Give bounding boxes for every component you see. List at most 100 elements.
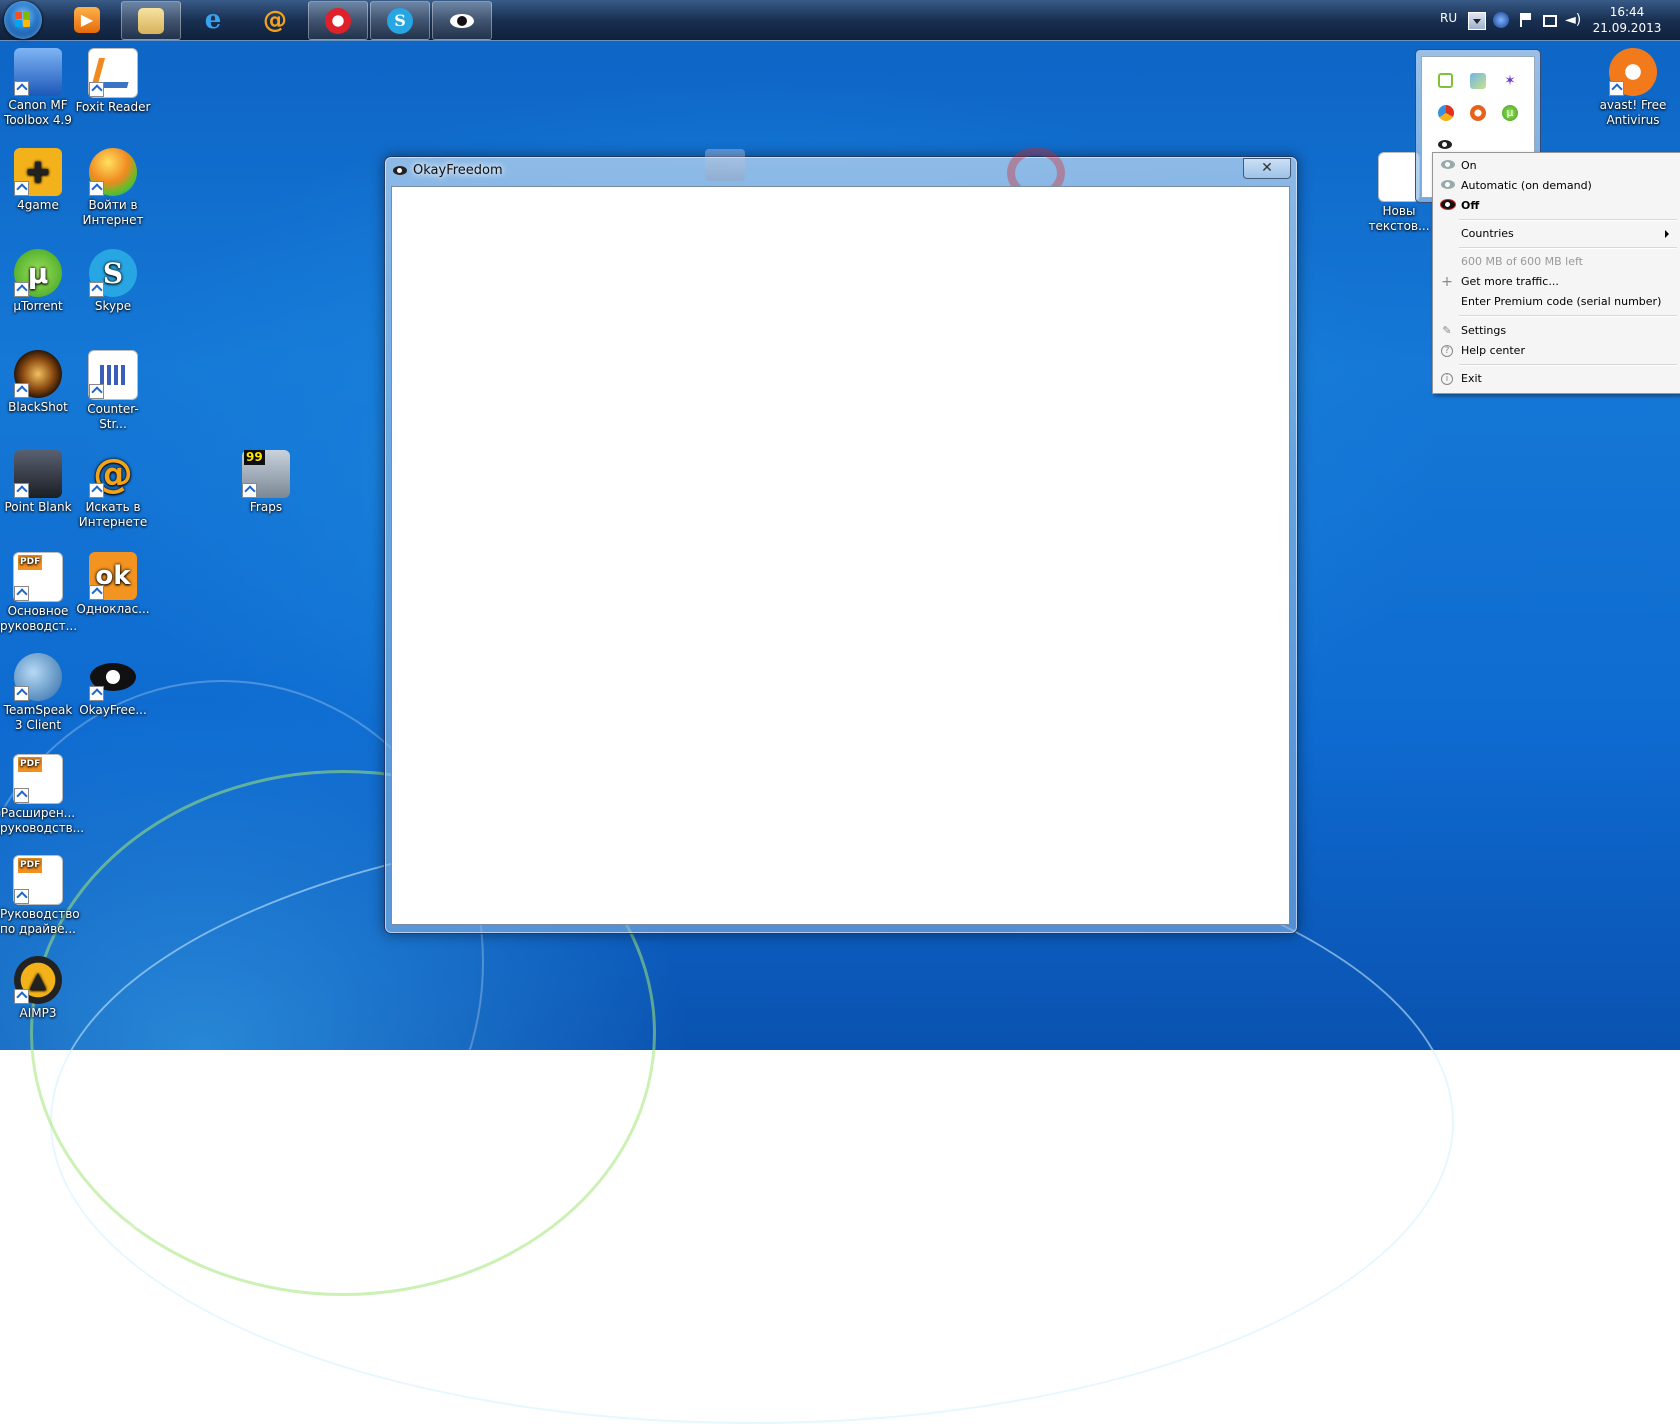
clock[interactable]: 16:44 21.09.2013 bbox=[1578, 4, 1676, 36]
tray-app-icon[interactable] bbox=[1438, 105, 1454, 121]
blackshot-icon bbox=[14, 350, 62, 398]
avast-icon bbox=[1609, 48, 1657, 96]
okayfreedom-eye-icon bbox=[89, 653, 137, 701]
config-grid-shape bbox=[100, 365, 126, 385]
eye-pupil bbox=[457, 15, 467, 26]
language-indicator[interactable]: RU bbox=[1440, 11, 1457, 25]
tray-app-icon[interactable] bbox=[1470, 73, 1486, 89]
desktop-icon-label: OkayFree... bbox=[79, 703, 147, 717]
odnoklassniki-icon: ok bbox=[89, 552, 137, 600]
exit-icon: i bbox=[1441, 373, 1453, 385]
recycle-bin-ghost-icon bbox=[705, 149, 745, 181]
4game-icon: ✚ bbox=[14, 148, 62, 196]
desktop-icon-internet-login[interactable]: Войти в Интернет bbox=[75, 148, 151, 228]
menu-item-countries[interactable]: Countries bbox=[1435, 224, 1677, 244]
menu-item-automatic[interactable]: Automatic (on demand) bbox=[1435, 176, 1677, 196]
aimp3-icon: ▲ bbox=[14, 956, 62, 1004]
desktop-icon-skype[interactable]: S Skype bbox=[75, 249, 151, 314]
desktop-icon-pdf-2[interactable]: PDF Расширен... руководств... bbox=[0, 754, 85, 836]
desktop-icon-pdf-3[interactable]: PDF Руководство по драйве... bbox=[0, 855, 80, 937]
menu-item-help-center[interactable]: ? Help center bbox=[1435, 341, 1677, 361]
desktop-icon-okayfreedom[interactable]: OkayFree... bbox=[75, 653, 151, 718]
start-button[interactable] bbox=[4, 1, 42, 39]
menu-separator bbox=[1459, 247, 1677, 249]
desktop-icon-fraps[interactable]: 99 Fraps bbox=[228, 450, 304, 515]
okayfreedom-window[interactable]: OkayFreedom ✕ bbox=[384, 147, 1298, 934]
chevron-down-icon bbox=[1473, 19, 1481, 24]
desktop-icon-search-internet[interactable]: @ Искать в Интернете bbox=[75, 450, 151, 530]
okayfreedom-tray-icon[interactable] bbox=[1438, 137, 1454, 153]
menu-item-label: Get more traffic... bbox=[1461, 275, 1559, 288]
submenu-arrow-icon bbox=[1665, 230, 1669, 238]
desktop-icon-aimp3[interactable]: ▲ AIMP3 bbox=[0, 956, 76, 1021]
menu-item-label: Enter Premium code (serial number) bbox=[1461, 295, 1662, 308]
taskbar-okayfreedom[interactable] bbox=[432, 1, 492, 40]
window-title: OkayFreedom bbox=[413, 163, 503, 178]
desktop-icon-odnoklassniki[interactable]: ok Одноклас... bbox=[75, 552, 151, 617]
shortcut-arrow-icon bbox=[14, 81, 29, 96]
taskbar-skype[interactable]: S bbox=[370, 1, 430, 40]
window-content bbox=[391, 186, 1290, 925]
desktop-icon-pointblank[interactable]: Point Blank bbox=[0, 450, 76, 515]
menu-item-exit[interactable]: i Exit bbox=[1435, 369, 1677, 389]
desktop-icon-foxit[interactable]: Foxit Reader bbox=[75, 48, 151, 115]
network-icon[interactable] bbox=[1541, 12, 1557, 28]
desktop-icon-label: BlackShot bbox=[8, 400, 68, 414]
taskbar: ▶ e @ S RU ◄) 16:44 21.09.2013 bbox=[0, 0, 1680, 41]
tray-app-icon[interactable] bbox=[1470, 105, 1486, 121]
desktop-icon-pdf-1[interactable]: PDF Основное руководст... bbox=[0, 552, 78, 634]
eye-pupil bbox=[106, 670, 120, 684]
fraps-badge: 99 bbox=[244, 450, 265, 465]
menu-separator bbox=[1459, 219, 1677, 221]
desktop-icon-canon[interactable]: Canon MF Toolbox 4.9 bbox=[0, 48, 76, 128]
desktop-icon-label: Расширен... руководств... bbox=[0, 806, 85, 835]
pdf-document-icon: PDF bbox=[13, 855, 63, 905]
action-center-flag-icon[interactable] bbox=[1517, 12, 1533, 28]
shortcut-arrow-icon bbox=[14, 889, 29, 904]
shortcut-arrow-icon bbox=[89, 282, 104, 297]
show-hidden-icons-button[interactable] bbox=[1468, 12, 1486, 30]
desktop-icon-teamspeak[interactable]: TeamSpeak 3 Client bbox=[0, 653, 76, 733]
menu-item-get-more-traffic[interactable]: + Get more traffic... bbox=[1435, 272, 1677, 292]
desktop-icon-label: AIMP3 bbox=[19, 1006, 57, 1020]
eye-shape bbox=[393, 166, 407, 175]
menu-item-label: Countries bbox=[1461, 227, 1514, 240]
taskbar-explorer[interactable] bbox=[121, 1, 181, 40]
taskbar-opera[interactable] bbox=[308, 1, 368, 40]
desktop-icon-label: Основное руководст... bbox=[0, 604, 78, 633]
tray-app-icon[interactable]: ✶ bbox=[1502, 73, 1518, 89]
menu-item-label: Settings bbox=[1461, 324, 1507, 337]
shortcut-arrow-icon bbox=[14, 989, 29, 1004]
desktop-icon-utorrent[interactable]: µ µTorrent bbox=[0, 249, 76, 314]
shortcut-arrow-icon bbox=[14, 483, 29, 498]
close-button[interactable]: ✕ bbox=[1243, 158, 1291, 179]
teamspeak-icon bbox=[14, 653, 62, 701]
desktop-icon-label: Новы текстов... bbox=[1368, 204, 1430, 233]
tray-app-icon[interactable] bbox=[1438, 73, 1453, 88]
text-document-icon bbox=[1378, 152, 1420, 202]
desktop-icon-4game[interactable]: ✚ 4game bbox=[0, 148, 76, 213]
network-globe-icon[interactable] bbox=[1493, 12, 1509, 28]
taskbar-internet-explorer[interactable]: e bbox=[184, 1, 242, 38]
shortcut-arrow-icon bbox=[89, 82, 104, 97]
pdf-badge: PDF bbox=[18, 757, 43, 772]
wrench-icon: ✎ bbox=[1442, 324, 1452, 337]
menu-item-off[interactable]: Off bbox=[1435, 196, 1677, 216]
menu-item-settings[interactable]: ✎ Settings bbox=[1435, 321, 1677, 341]
shortcut-arrow-icon bbox=[14, 788, 29, 803]
pdf-badge: PDF bbox=[18, 555, 43, 570]
desktop-icon-counterstrike[interactable]: Counter-Str... bbox=[75, 350, 151, 432]
menu-item-on[interactable]: On bbox=[1435, 156, 1677, 176]
desktop-icon-avast[interactable]: avast! Free Antivirus bbox=[1595, 48, 1671, 128]
clock-date: 21.09.2013 bbox=[1592, 21, 1662, 35]
taskbar-media-player[interactable]: ▶ bbox=[58, 1, 116, 38]
menu-item-premium-code[interactable]: Enter Premium code (serial number) bbox=[1435, 292, 1677, 312]
desktop-icon-blackshot[interactable]: BlackShot bbox=[0, 350, 76, 415]
desktop-icon-label: Skype bbox=[94, 299, 132, 313]
utorrent-tray-icon[interactable]: µ bbox=[1502, 105, 1518, 121]
okayfreedom-context-menu: On Automatic (on demand) Off Countries 6… bbox=[1432, 152, 1680, 394]
pdf-document-icon: PDF bbox=[13, 552, 63, 602]
desktop-icon-label: Fraps bbox=[249, 500, 283, 514]
eye-gray-icon bbox=[1441, 160, 1455, 172]
taskbar-mail-agent[interactable]: @ bbox=[246, 1, 304, 38]
